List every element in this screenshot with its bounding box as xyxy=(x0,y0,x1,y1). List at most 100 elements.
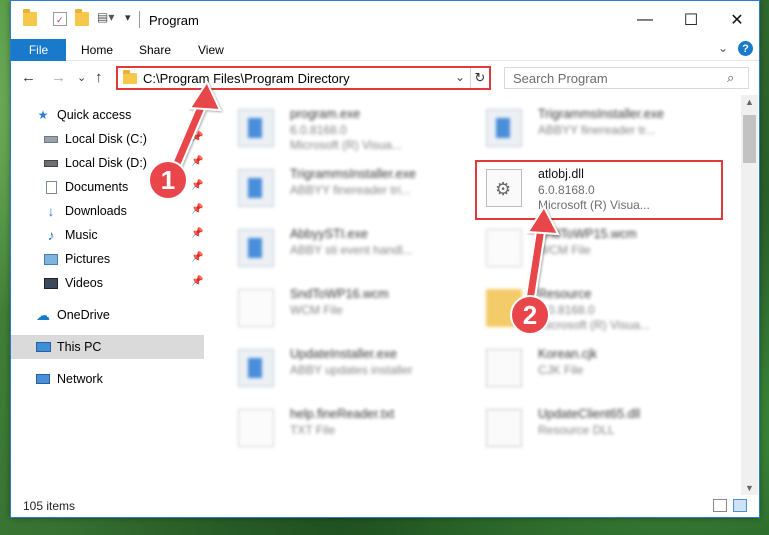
file-description: Microsoft (R) Visua... xyxy=(290,138,402,152)
file-name: help.fineReader.txt xyxy=(290,407,395,421)
refresh-button[interactable]: ↻ xyxy=(470,68,489,88)
sidebar-item-local-disk-c[interactable]: Local Disk (C:) 📌 xyxy=(11,127,204,151)
sidebar-item-label: OneDrive xyxy=(57,308,110,322)
download-icon: ↓ xyxy=(47,203,55,219)
file-type: WCM File xyxy=(538,243,591,257)
file-item[interactable]: SndToWP16.wcm WCM File xyxy=(230,283,470,339)
file-name: SndToWP16.wcm xyxy=(290,287,389,301)
sidebar-item-music[interactable]: ♪ Music 📌 xyxy=(11,223,204,247)
view-options-icon[interactable]: ▤▾ xyxy=(97,10,114,24)
pin-icon[interactable]: 📌 xyxy=(191,180,203,191)
details-view-icon[interactable] xyxy=(713,499,727,512)
recent-locations-button[interactable]: ⌄ xyxy=(77,71,86,84)
file-description: Microsoft (R) Visua... xyxy=(538,318,650,332)
close-button[interactable]: ✕ xyxy=(714,1,760,39)
pin-icon[interactable]: 📌 xyxy=(191,204,203,215)
sidebar-item-label: Quick access xyxy=(57,108,132,122)
gear-file-icon xyxy=(486,349,522,387)
sidebar-item-quick-access[interactable]: ★ Quick access xyxy=(11,103,204,127)
properties-icon[interactable]: ✓ xyxy=(53,12,67,26)
sidebar-item-label: This PC xyxy=(57,340,102,354)
help-icon[interactable]: ? xyxy=(738,41,753,56)
file-item[interactable]: TrigrammsInstaller.exe ABBYY finereader … xyxy=(230,163,470,219)
file-item[interactable]: program.exe 6.0.8168.0 Microsoft (R) Vis… xyxy=(230,103,470,159)
sidebar-item-label: Local Disk (C:) xyxy=(65,132,147,146)
pin-icon[interactable]: 📌 xyxy=(191,252,203,263)
scroll-thumb[interactable] xyxy=(743,115,756,163)
navigation-bar: ← → ⌄ ↑ C:\Program Files\Program Directo… xyxy=(11,61,759,95)
expand-ribbon-icon[interactable]: ⌄ xyxy=(718,41,728,55)
customize-toolbar-icon[interactable]: ▾ xyxy=(125,11,139,25)
scroll-up-icon[interactable]: ▲ xyxy=(745,97,754,107)
sidebar-item-pictures[interactable]: Pictures 📌 xyxy=(11,247,204,271)
maximize-button[interactable]: ☐ xyxy=(668,1,714,39)
file-name: Korean.cjk xyxy=(538,347,598,361)
file-item[interactable]: UpdateInstaller.exe ABBY updates install… xyxy=(230,343,470,399)
file-name: Resource xyxy=(538,287,592,301)
search-box[interactable]: Search Program ⌕ xyxy=(504,67,749,89)
drive-icon xyxy=(43,132,59,146)
file-name: SndToWP15.wcm xyxy=(538,227,637,241)
forward-button[interactable]: → xyxy=(51,69,66,86)
large-icons-view-icon[interactable] xyxy=(733,499,747,512)
file-item[interactable]: UpdateClient65.dll Resource DLL xyxy=(478,403,718,459)
sidebar-item-network[interactable]: Network xyxy=(11,367,204,391)
sidebar-item-label: Videos xyxy=(65,276,103,290)
tab-share[interactable]: Share xyxy=(139,43,171,57)
search-placeholder: Search Program xyxy=(513,71,608,86)
tab-home[interactable]: Home xyxy=(81,43,113,57)
pin-icon[interactable]: 📌 xyxy=(191,156,203,167)
address-bar[interactable]: C:\Program Files\Program Directory ⌄ ↻ xyxy=(116,66,491,90)
file-item[interactable]: TrigrammsInstaller.exe ABBYY finereader … xyxy=(478,103,718,159)
star-icon: ★ xyxy=(37,108,49,122)
sidebar-item-this-pc[interactable]: This PC xyxy=(11,335,204,359)
title-separator xyxy=(139,11,140,28)
navigation-pane: ★ Quick access Local Disk (C:) 📌 Local D… xyxy=(11,95,216,495)
up-button[interactable]: ↑ xyxy=(95,69,103,86)
step-1-badge: 1 xyxy=(148,160,188,200)
tab-file[interactable]: File xyxy=(11,39,66,61)
tab-view[interactable]: View xyxy=(198,43,224,57)
file-name: UpdateClient65.dll xyxy=(538,407,641,421)
minimize-button[interactable]: — xyxy=(622,1,668,39)
scroll-down-icon[interactable]: ▼ xyxy=(745,483,754,493)
search-icon: ⌕ xyxy=(727,70,735,85)
sidebar-item-label: Pictures xyxy=(65,252,111,266)
new-folder-icon[interactable] xyxy=(75,9,89,26)
pin-icon[interactable]: 📌 xyxy=(191,228,203,239)
pin-icon[interactable]: 📌 xyxy=(191,276,203,287)
file-item[interactable]: AbbyySTI.exe ABBY sti event handl... xyxy=(230,223,470,279)
pictures-icon xyxy=(43,252,59,266)
file-item[interactable]: help.fineReader.txt TXT File xyxy=(230,403,470,459)
app-icon xyxy=(238,349,274,387)
sidebar-item-label: Network xyxy=(57,372,103,386)
step-2-badge: 2 xyxy=(510,295,550,335)
status-bar: 105 items xyxy=(11,495,759,517)
address-dropdown-icon[interactable]: ⌄ xyxy=(455,70,465,84)
sidebar-item-label: Local Disk (D:) xyxy=(65,156,147,170)
documents-icon xyxy=(43,180,59,194)
folder-icon xyxy=(123,70,137,84)
file-item[interactable]: SndToWP15.wcm WCM File xyxy=(478,223,718,279)
music-icon: ♪ xyxy=(47,227,55,243)
address-path[interactable]: C:\Program Files\Program Directory xyxy=(143,71,350,86)
item-count: 105 items xyxy=(23,499,76,513)
sidebar-item-downloads[interactable]: ↓ Downloads 📌 xyxy=(11,199,204,223)
document-icon xyxy=(238,409,274,447)
file-highlight-box xyxy=(475,160,723,220)
file-type: TXT File xyxy=(290,423,336,437)
pin-icon[interactable]: 📌 xyxy=(191,132,203,143)
sidebar-item-label: Music xyxy=(65,228,98,242)
file-description: ABBY sti event handl... xyxy=(290,243,413,257)
file-name: UpdateInstaller.exe xyxy=(290,347,398,361)
sidebar-item-onedrive[interactable]: ☁ OneDrive xyxy=(11,303,204,327)
file-explorer-window: ✓ ▤▾ ▾ Program — ☐ ✕ File Home Share Vie… xyxy=(10,0,760,518)
vertical-scrollbar[interactable]: ▲ ▼ xyxy=(741,95,758,495)
file-name: TrigrammsInstaller.exe xyxy=(290,167,416,181)
app-icon xyxy=(238,109,274,147)
back-button[interactable]: ← xyxy=(21,69,36,86)
file-version: 6.0.8168.0 xyxy=(290,123,347,137)
sidebar-item-videos[interactable]: Videos 📌 xyxy=(11,271,204,295)
file-item[interactable]: Korean.cjk CJK File xyxy=(478,343,718,399)
file-name: TrigrammsInstaller.exe xyxy=(538,107,664,121)
